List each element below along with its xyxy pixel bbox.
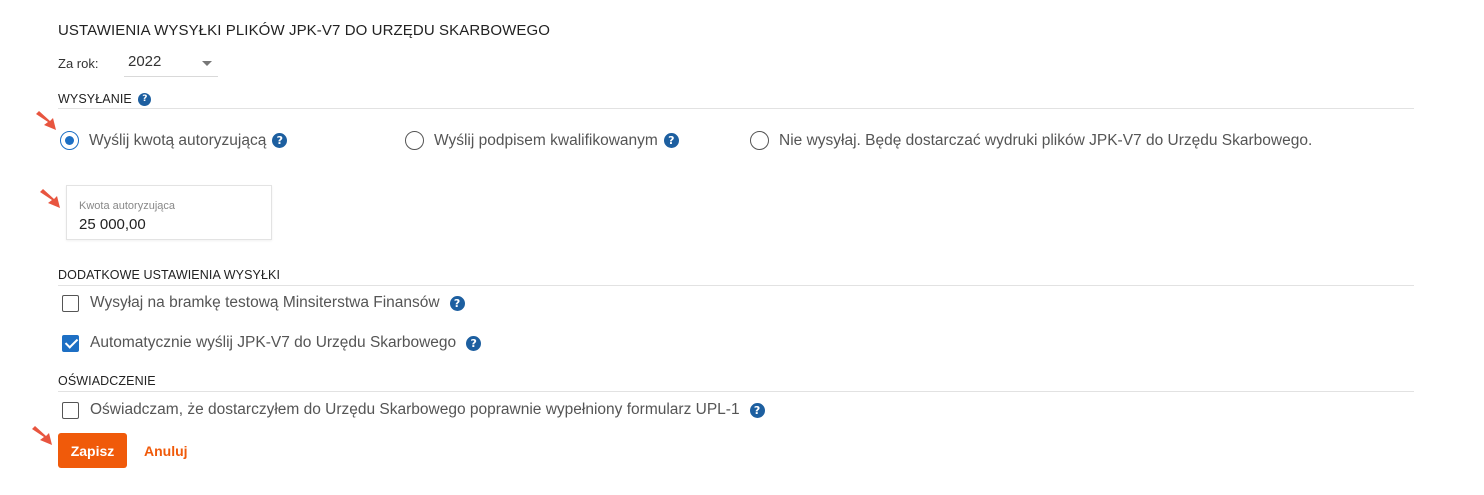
year-label: Za rok:	[58, 56, 99, 71]
caret-down-icon	[202, 61, 212, 66]
section-title-statement: OŚWIADCZENIE	[58, 374, 156, 388]
save-button[interactable]: Zapisz	[58, 433, 127, 468]
checkbox-label: Wysyłaj na bramkę testową Minsiterstwa F…	[90, 294, 440, 311]
help-icon[interactable]: ?	[749, 402, 765, 418]
help-icon[interactable]: ?	[449, 295, 465, 311]
section-divider	[58, 391, 1414, 392]
radio-option-do-not-send[interactable]: Nie wysyłaj. Będę dostarczać wydruki pli…	[750, 131, 1318, 150]
section-title-additional: DODATKOWE USTAWIENIA WYSYŁKI	[58, 268, 281, 282]
section-title-sending-label: WYSYŁANIE	[58, 92, 132, 106]
radio-option-authorizing-amount[interactable]: Wyślij kwotą autoryzującą ?	[60, 131, 288, 150]
radio-label: Wyślij podpisem kwalifikowanym	[434, 131, 658, 149]
checkbox[interactable]	[62, 294, 79, 312]
pointer-arrow-icon	[32, 426, 52, 445]
authorizing-amount-label: Kwota autoryzująca	[79, 200, 175, 212]
section-divider	[58, 108, 1414, 109]
year-select[interactable]: 2022	[124, 47, 218, 77]
radio-option-qualified-signature[interactable]: Wyślij podpisem kwalifikowanym ?	[405, 131, 679, 150]
radio-button-checked[interactable]	[60, 131, 79, 150]
help-icon[interactable]: ?	[663, 133, 679, 148]
pointer-arrow-icon	[36, 111, 56, 130]
help-icon[interactable]: ?	[272, 133, 288, 148]
checkbox-label: Automatycznie wyślij JPK-V7 do Urzędu Sk…	[90, 334, 457, 351]
page-title: USTAWIENIA WYSYŁKI PLIKÓW JPK-V7 DO URZĘ…	[58, 22, 551, 39]
authorizing-amount-value[interactable]: 25 000,00	[79, 216, 146, 233]
radio-label: Nie wysyłaj. Będę dostarczać wydruki pli…	[779, 131, 1313, 149]
checkbox-test-gateway[interactable]: Wysyłaj na bramkę testową Minsiterstwa F…	[62, 294, 465, 312]
year-value: 2022	[128, 53, 162, 70]
checkbox-label: Oświadczam, że dostarczyłem do Urzędu Sk…	[90, 401, 740, 418]
checkbox-checked[interactable]	[62, 334, 79, 352]
checkbox[interactable]	[62, 401, 79, 419]
radio-label: Wyślij kwotą autoryzującą	[89, 131, 267, 149]
section-title-sending: WYSYŁANIE ?	[58, 92, 152, 107]
cancel-link[interactable]: Anuluj	[144, 443, 188, 459]
checkbox-statement-upl1[interactable]: Oświadczam, że dostarczyłem do Urzędu Sk…	[62, 401, 765, 419]
authorizing-amount-field[interactable]: Kwota autoryzująca 25 000,00	[66, 185, 272, 240]
radio-button[interactable]	[405, 131, 424, 150]
help-icon[interactable]: ?	[138, 93, 152, 107]
checkbox-auto-send[interactable]: Automatycznie wyślij JPK-V7 do Urzędu Sk…	[62, 334, 482, 352]
radio-button[interactable]	[750, 131, 769, 150]
section-divider	[58, 285, 1414, 286]
help-icon[interactable]: ?	[466, 335, 482, 351]
pointer-arrow-icon	[40, 189, 60, 208]
